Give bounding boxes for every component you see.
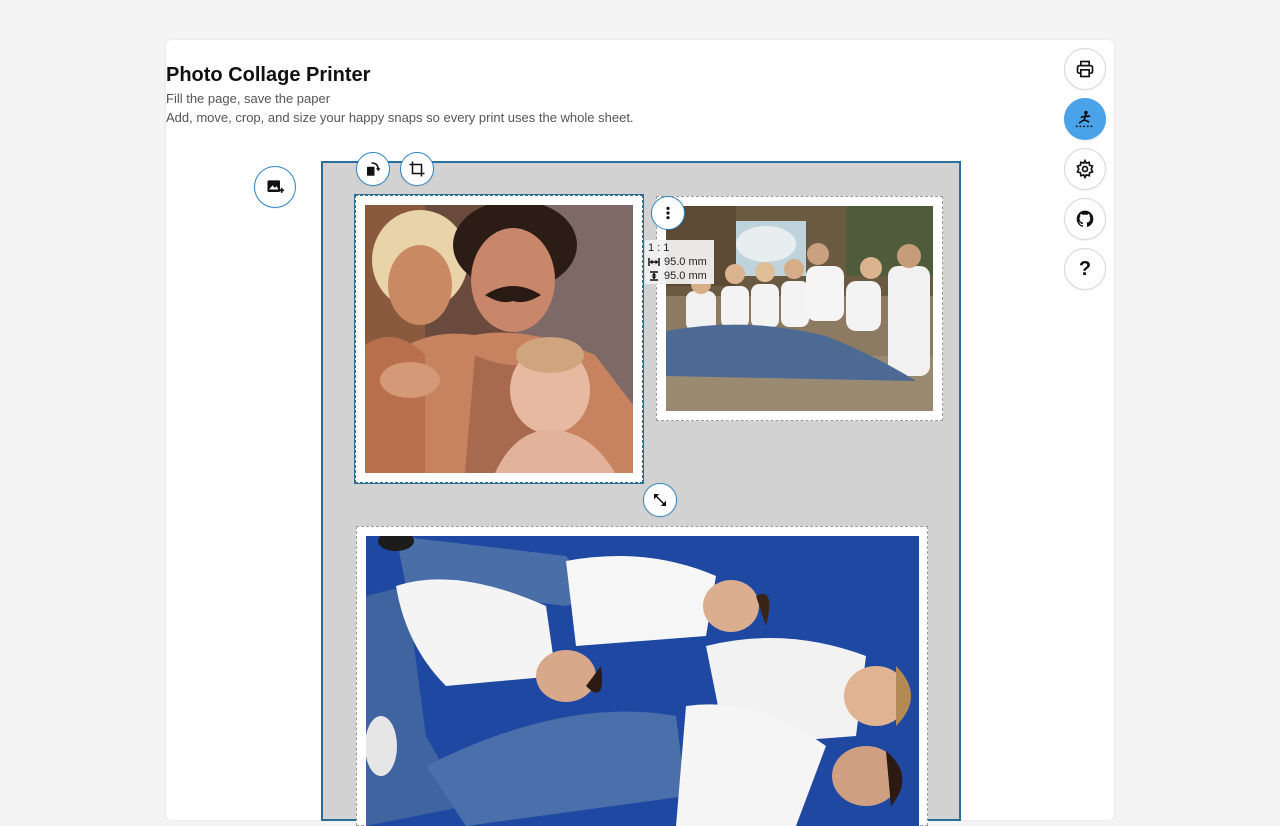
resize-handle[interactable] <box>643 483 677 517</box>
height-arrow-icon <box>650 271 658 281</box>
photo-frame-3[interactable] <box>356 526 928 826</box>
photo-2-image[interactable] <box>666 206 933 411</box>
cutting-icon <box>1075 110 1095 128</box>
question-icon: ? <box>1078 257 1092 280</box>
help-button[interactable]: ? <box>1064 248 1106 290</box>
height-row: 95.0 mm <box>648 269 711 283</box>
crop-photo-button[interactable] <box>400 152 434 186</box>
rotate-icon <box>367 162 381 176</box>
outdoor-group-photo <box>666 206 933 411</box>
printer-icon <box>1076 60 1094 78</box>
add-photo-button[interactable] <box>254 166 296 208</box>
photo-size-info: 1 : 1 95.0 mm 95.0 mm <box>645 240 714 284</box>
more-vertical-icon <box>666 206 670 220</box>
add-photo-icon <box>267 180 285 193</box>
aspect-ratio-label: 1 : 1 <box>648 242 670 254</box>
family-portrait-photo <box>365 205 633 473</box>
page-description: Add, move, crop, and size your happy sna… <box>166 110 634 125</box>
github-button[interactable] <box>1064 198 1106 240</box>
height-value: 95.0 mm <box>664 270 707 282</box>
photo-1-image[interactable] <box>365 205 633 473</box>
gear-icon <box>1076 159 1094 179</box>
photo-frame-1[interactable] <box>355 195 643 483</box>
print-button[interactable] <box>1064 48 1106 90</box>
print-page[interactable] <box>321 161 961 826</box>
crop-icon <box>409 161 425 177</box>
page-title: Photo Collage Printer <box>166 64 371 86</box>
rotate-photo-button[interactable] <box>356 152 390 186</box>
width-arrow-icon <box>648 258 660 266</box>
photo-frame-2[interactable] <box>656 196 943 421</box>
page-subtitle: Fill the page, save the paper <box>166 91 331 106</box>
photo-menu-button[interactable] <box>651 196 685 230</box>
auto-layout-button[interactable] <box>1064 98 1106 140</box>
studio-family-photo <box>366 536 919 826</box>
settings-button[interactable] <box>1064 148 1106 190</box>
width-row: 95.0 mm <box>648 255 711 269</box>
width-value: 95.0 mm <box>664 256 707 268</box>
photo-3-image[interactable] <box>366 536 919 826</box>
resize-diagonal-icon <box>654 494 666 506</box>
github-icon <box>1076 210 1094 227</box>
